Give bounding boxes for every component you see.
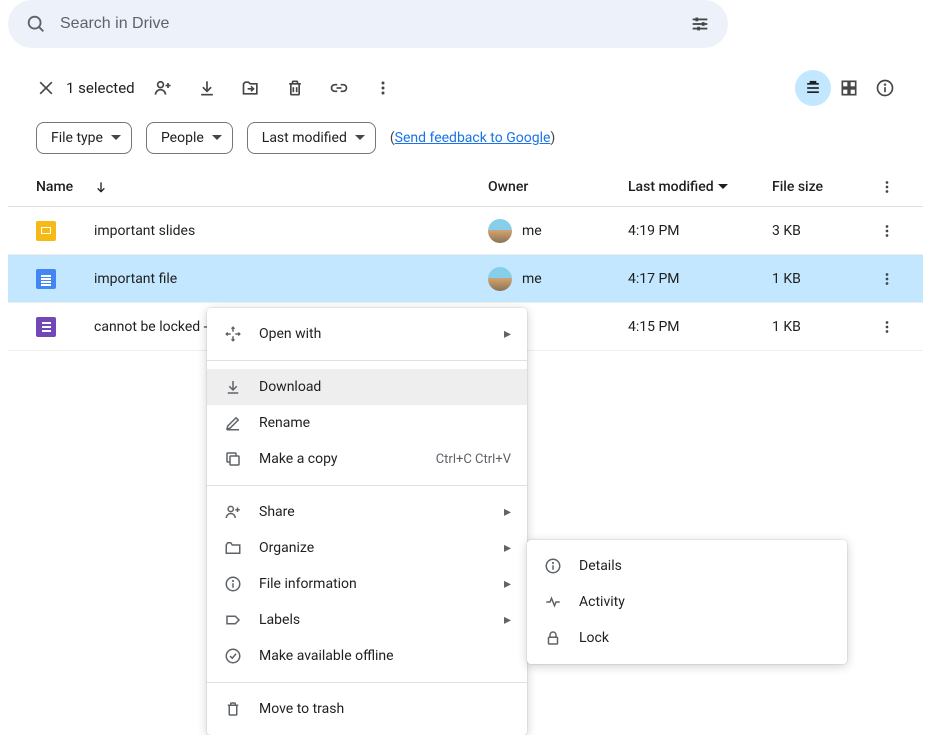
search-icon[interactable]	[16, 4, 56, 44]
label-icon	[223, 610, 243, 630]
row-more-button[interactable]	[872, 270, 902, 288]
menu-rename[interactable]: Rename	[207, 405, 527, 441]
folder-icon	[223, 538, 243, 558]
submenu-arrow-icon: ▸	[504, 504, 511, 520]
size-cell: 3 KB	[772, 223, 872, 239]
menu-download[interactable]: Download	[207, 369, 527, 405]
feedback-link[interactable]: Send feedback to Google	[395, 130, 551, 146]
file-information-submenu: Details Activity Lock	[527, 540, 847, 664]
avatar	[488, 219, 512, 243]
chip-label: Last modified	[262, 130, 347, 146]
menu-move-to-trash[interactable]: Move to trash	[207, 691, 527, 727]
details-icon	[543, 556, 563, 576]
search-bar	[8, 0, 728, 48]
feedback-text: (Send feedback to Google)	[390, 130, 555, 146]
submenu-arrow-icon: ▸	[504, 612, 511, 628]
file-name: important slides	[94, 223, 195, 239]
menu-organize[interactable]: Organize ▸	[207, 530, 527, 566]
column-owner[interactable]: Owner	[488, 179, 628, 195]
forms-icon	[36, 317, 56, 337]
share-button[interactable]	[145, 70, 181, 106]
avatar	[488, 267, 512, 291]
menu-divider	[207, 360, 527, 361]
main-panel: 1 selected	[8, 56, 923, 351]
chevron-down-icon	[212, 135, 222, 141]
menu-open-with[interactable]: Open with ▸	[207, 316, 527, 352]
column-name[interactable]: Name	[36, 179, 488, 195]
delete-button[interactable]	[277, 70, 313, 106]
search-input[interactable]	[56, 15, 680, 33]
menu-share[interactable]: Share ▸	[207, 494, 527, 530]
selection-toolbar: 1 selected	[8, 56, 923, 116]
file-type-filter[interactable]: File type	[36, 122, 132, 154]
column-more[interactable]	[872, 178, 902, 196]
table-row[interactable]: important slides me 4:19 PM 3 KB	[8, 207, 923, 255]
menu-file-information[interactable]: File information ▸	[207, 566, 527, 602]
chevron-down-icon	[718, 184, 728, 190]
offline-icon	[223, 646, 243, 666]
download-icon	[223, 377, 243, 397]
filter-row: File type People Last modified (Send fee…	[8, 116, 923, 168]
activity-icon	[543, 592, 563, 612]
submenu-arrow-icon: ▸	[504, 576, 511, 592]
row-more-button[interactable]	[872, 222, 902, 240]
modified-cell: 4:17 PM	[628, 271, 772, 287]
menu-divider	[207, 682, 527, 683]
slides-icon	[36, 221, 56, 241]
menu-divider	[207, 485, 527, 486]
modified-cell: 4:19 PM	[628, 223, 772, 239]
move-button[interactable]	[233, 70, 269, 106]
rename-icon	[223, 413, 243, 433]
table-header: Name Owner Last modified File size	[8, 168, 923, 207]
row-more-button[interactable]	[872, 318, 902, 336]
shortcut-text: Ctrl+C Ctrl+V	[436, 452, 511, 467]
chevron-down-icon	[355, 135, 365, 141]
share-icon	[223, 502, 243, 522]
close-selection-button[interactable]	[28, 70, 64, 106]
selected-count: 1 selected	[66, 79, 135, 97]
lock-icon	[543, 628, 563, 648]
size-cell: 1 KB	[772, 271, 872, 287]
info-icon	[223, 574, 243, 594]
open-with-icon	[223, 324, 243, 344]
table-row[interactable]: important file me 4:17 PM 1 KB	[8, 255, 923, 303]
docs-icon	[36, 269, 56, 289]
link-button[interactable]	[321, 70, 357, 106]
trash-icon	[223, 699, 243, 719]
menu-available-offline[interactable]: Make available offline	[207, 638, 527, 674]
submenu-lock[interactable]: Lock	[527, 620, 847, 656]
size-cell: 1 KB	[772, 319, 872, 335]
last-modified-filter[interactable]: Last modified	[247, 122, 376, 154]
file-name: cannot be locked -	[94, 319, 208, 335]
column-modified[interactable]: Last modified	[628, 179, 772, 195]
submenu-arrow-icon: ▸	[504, 326, 511, 342]
copy-icon	[223, 449, 243, 469]
owner-name: me	[522, 271, 542, 287]
info-button[interactable]	[867, 70, 903, 106]
column-size[interactable]: File size	[772, 179, 872, 195]
menu-labels[interactable]: Labels ▸	[207, 602, 527, 638]
submenu-details[interactable]: Details	[527, 548, 847, 584]
download-button[interactable]	[189, 70, 225, 106]
context-menu: Open with ▸ Download Rename Make a copy …	[207, 308, 527, 735]
chip-label: File type	[51, 130, 103, 146]
menu-make-copy[interactable]: Make a copy Ctrl+C Ctrl+V	[207, 441, 527, 477]
search-options-icon[interactable]	[680, 4, 720, 44]
more-actions-button[interactable]	[365, 70, 401, 106]
chip-label: People	[161, 130, 204, 146]
grid-view-button[interactable]	[831, 70, 867, 106]
owner-name: me	[522, 223, 542, 239]
submenu-arrow-icon: ▸	[504, 540, 511, 556]
sort-down-icon	[93, 179, 109, 195]
file-name: important file	[94, 271, 177, 287]
people-filter[interactable]: People	[146, 122, 233, 154]
modified-cell: 4:15 PM	[628, 319, 772, 335]
chevron-down-icon	[111, 135, 121, 141]
list-view-button[interactable]	[795, 70, 831, 106]
submenu-activity[interactable]: Activity	[527, 584, 847, 620]
